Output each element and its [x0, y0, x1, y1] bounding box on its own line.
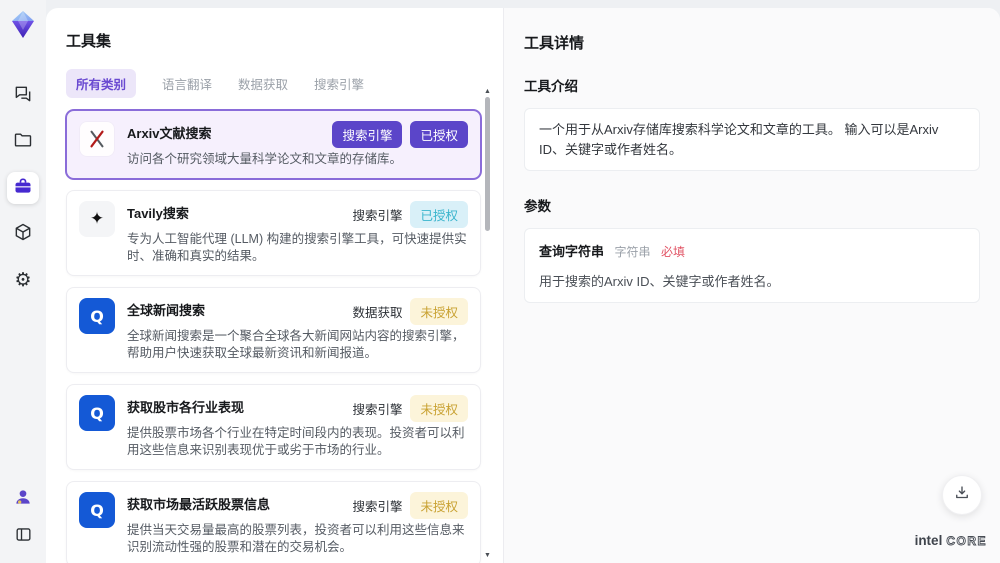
detail-title: 工具详情	[524, 35, 585, 52]
param-required-badge: 必填	[660, 245, 685, 259]
blue-q-icon: Q	[79, 298, 115, 334]
brand-intel-text: intel	[914, 533, 943, 548]
app-logo-icon	[9, 10, 37, 40]
tool-status-badge: 已授权	[410, 121, 468, 148]
tool-status-badge: 未授权	[410, 298, 468, 325]
toolbox-icon	[13, 176, 33, 201]
blue-q-icon: Q	[79, 395, 115, 431]
tab-2[interactable]: 数据获取	[238, 74, 288, 93]
tool-category-badge: 数据获取	[352, 306, 403, 320]
tool-list-panel: 工具集 所有类别 语言翻译 数据获取 搜索引擎 Arxiv文献搜索 搜索引擎 已授权 …	[46, 8, 503, 563]
sidebar-item-files[interactable]	[7, 126, 39, 158]
tool-name: 获取市场最活跃股票信息	[127, 497, 271, 512]
param-name: 查询字符串	[539, 244, 605, 259]
tool-status-badge: 未授权	[410, 395, 468, 422]
collapse-panel-icon	[14, 525, 33, 549]
tool-name: 获取股市各行业表现	[127, 400, 245, 415]
tool-name: Tavily搜索	[127, 206, 189, 221]
intro-box: 一个用于从Arxiv存储库搜索科学论文和文章的工具。 输入可以是Arxiv ID…	[524, 108, 980, 171]
tool-description: 访问各个研究领域大量科学论文和文章的存储库。	[127, 152, 403, 166]
intel-core-logo: intel core	[915, 533, 987, 548]
sidebar-item-settings[interactable]: ⚙	[7, 264, 39, 296]
tool-description: 专为人工智能代理 (LLM) 构建的搜索引擎工具，可快速提供实时、准确和真实的结…	[127, 232, 467, 263]
sidebar-item-collapse[interactable]	[7, 521, 39, 553]
tool-card[interactable]: Q 获取股市各行业表现 搜索引擎 未授权 提供股票市场各个行业在特定时间段内的表…	[66, 384, 481, 470]
user-avatar-icon	[13, 487, 33, 512]
scrollbar-thumb[interactable]	[485, 97, 490, 231]
tool-category-badge: 搜索引擎	[332, 121, 403, 148]
param-header: 查询字符串 字符串 必填	[539, 241, 965, 261]
tool-category-badge: 搜索引擎	[352, 209, 403, 223]
param-box: 查询字符串 字符串 必填 用于搜索的Arxiv ID、关键字或作者姓名。	[524, 228, 980, 303]
tab-3[interactable]: 搜索引擎	[314, 74, 364, 93]
sidebar-item-packages[interactable]	[7, 218, 39, 250]
blue-q-icon: Q	[79, 492, 115, 528]
tool-description: 提供当天交易量最高的股票列表，投资者可以利用这些信息来识别流动性强的股票和潜在的…	[127, 523, 465, 554]
brand-core-text: core	[946, 534, 987, 549]
tool-category-badge: 搜索引擎	[352, 403, 403, 417]
arxiv-icon	[79, 121, 115, 157]
tool-description: 提供股票市场各个行业在特定时间段内的表现。投资者可以利用这些信息来识别表现优于或…	[127, 426, 465, 457]
scroll-down-arrow-icon[interactable]: ▼	[483, 552, 492, 559]
tool-detail-panel: 工具详情 工具介绍 一个用于从Arxiv存储库搜索科学论文和文章的工具。 输入可…	[503, 8, 1000, 563]
tab-1[interactable]: 语言翻译	[162, 74, 212, 93]
gear-icon: ⚙	[14, 269, 32, 291]
page-title: 工具集	[66, 33, 112, 50]
left-rail: ⚙	[0, 0, 46, 563]
tool-category-badge: 搜索引擎	[352, 500, 403, 514]
sidebar-item-account[interactable]	[7, 483, 39, 515]
param-type: 字符串	[614, 245, 651, 259]
params-heading: 参数	[524, 199, 551, 214]
scroll-up-arrow-icon[interactable]: ▲	[483, 88, 492, 95]
tool-status-badge: 未授权	[410, 492, 468, 519]
tool-card[interactable]: Arxiv文献搜索 搜索引擎 已授权 访问各个研究领域大量科学论文和文章的存储库…	[66, 110, 481, 179]
tool-card[interactable]: ✦ Tavily搜索 搜索引擎 已授权 专为人工智能代理 (LLM) 构建的搜索…	[66, 190, 481, 276]
package-icon	[13, 222, 33, 247]
tool-status-badge: 已授权	[410, 201, 468, 228]
tool-name: Arxiv文献搜索	[127, 126, 212, 141]
category-tabs: 所有类别 语言翻译 数据获取 搜索引擎	[66, 69, 479, 98]
download-icon	[953, 484, 971, 507]
param-description: 用于搜索的Arxiv ID、关键字或作者姓名。	[539, 274, 780, 289]
chat-icon	[13, 84, 33, 109]
tab-0[interactable]: 所有类别	[66, 69, 137, 98]
tool-cards-list: Arxiv文献搜索 搜索引擎 已授权 访问各个研究领域大量科学论文和文章的存储库…	[66, 110, 481, 563]
tool-card[interactable]: Q 全球新闻搜索 数据获取 未授权 全球新闻搜索是一个聚合全球各大新闻网站内容的…	[66, 287, 481, 373]
list-scrollbar[interactable]: ▲ ▼	[483, 88, 492, 559]
tool-name: 全球新闻搜索	[127, 303, 206, 318]
sidebar-item-toolbox[interactable]	[7, 172, 39, 204]
sidebar-item-chat[interactable]	[7, 80, 39, 112]
tavily-icon: ✦	[79, 201, 115, 237]
main-surface: 工具集 所有类别 语言翻译 数据获取 搜索引擎 Arxiv文献搜索 搜索引擎 已授权 …	[46, 8, 1000, 563]
folder-icon	[13, 130, 33, 155]
download-button[interactable]	[942, 475, 982, 515]
tool-description: 全球新闻搜索是一个聚合全球各大新闻网站内容的搜索引擎，帮助用户快速获取全球最新资…	[127, 329, 465, 360]
tool-card[interactable]: Q 获取市场最活跃股票信息 搜索引擎 未授权 提供当天交易量最高的股票列表，投资…	[66, 481, 481, 563]
intro-heading: 工具介绍	[524, 79, 578, 94]
